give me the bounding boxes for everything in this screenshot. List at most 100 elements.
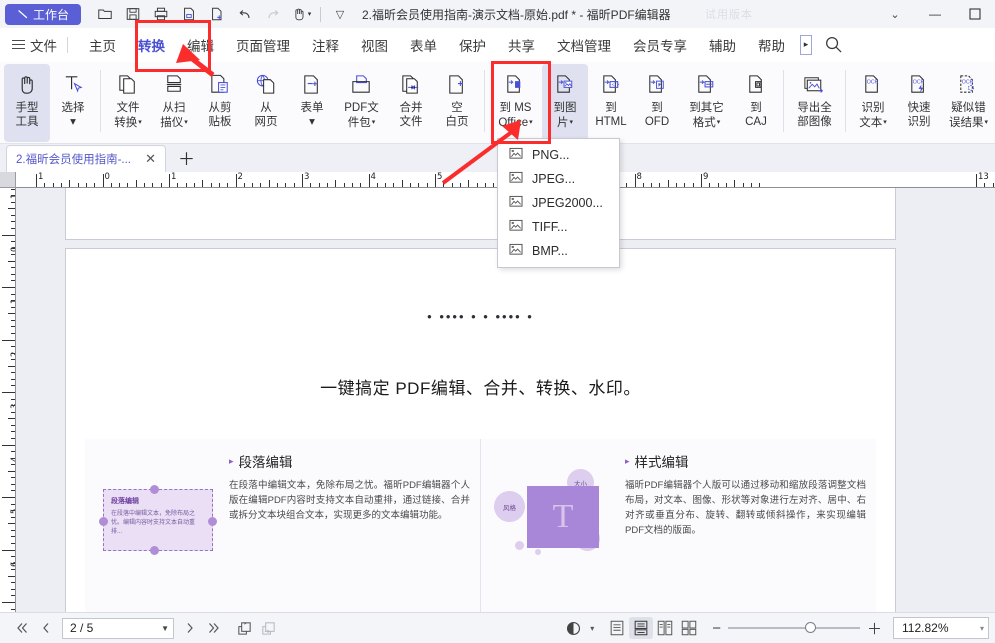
menu-tab-document-management[interactable]: 文档管理 <box>546 31 622 59</box>
hand-tool-icon[interactable]: ▾ <box>287 2 315 26</box>
page-number-input[interactable]: 2 / 5 ▼ <box>62 618 174 639</box>
file-menu-button[interactable]: 文件 <box>12 35 57 55</box>
ruler-v-tick <box>11 333 15 334</box>
menu-tab-view[interactable]: 视图 <box>350 31 399 59</box>
undo-icon[interactable] <box>231 2 259 26</box>
menu-tab-comment[interactable]: 注释 <box>301 31 350 59</box>
ribbon-from-scanner[interactable]: 从扫 描仪▾ <box>151 64 197 142</box>
fit-page-icon[interactable] <box>256 617 280 639</box>
menu-tab-help[interactable]: 帮助 <box>747 31 796 59</box>
label-line-2: ▾ <box>62 116 85 130</box>
ribbon-to-ofd[interactable]: 到 OFD <box>634 64 680 142</box>
menu-tab-share[interactable]: 共享 <box>497 31 546 59</box>
ribbon-to-caj[interactable]: 到 CAJ <box>733 64 779 142</box>
chevron-down-icon[interactable]: ▾ <box>980 624 984 633</box>
zoom-track[interactable] <box>728 627 860 629</box>
ruler-v-tick <box>11 563 15 564</box>
rotate-view-icon[interactable] <box>232 617 256 639</box>
menu-item-tiff[interactable]: TIFF... <box>498 215 619 239</box>
prev-page-icon[interactable] <box>34 617 58 639</box>
ribbon-from-webpage[interactable]: 从 网页 <box>243 64 289 142</box>
ribbon-from-clipboard[interactable]: 从剪 贴板 <box>197 64 243 142</box>
new-page-icon[interactable] <box>203 2 231 26</box>
ruler-h-tick <box>743 183 744 187</box>
menu-item-jpeg[interactable]: JPEG... <box>498 167 619 191</box>
pdf-page[interactable]: • •••• • • •••• • 一键搞定 PDF编辑、合并、转换、水印。 段… <box>65 248 896 612</box>
select-tool-icon <box>61 68 86 100</box>
menu-tab-home[interactable]: 主页 <box>78 31 127 59</box>
status-bar: 2 / 5 ▼ ▾ <box>0 612 995 643</box>
handle-bottom <box>150 546 159 555</box>
zoom-level-input[interactable]: 112.82% ▾ <box>893 617 989 639</box>
handle-top <box>150 485 159 494</box>
menu-tab-accessibility[interactable]: 辅助 <box>698 31 747 59</box>
ribbon-to-image[interactable]: 到图 片▾ <box>542 64 588 142</box>
ribbon-separator <box>100 70 101 132</box>
ribbon-to-html[interactable]: </> 到 HTML <box>588 64 634 142</box>
maximize-button[interactable] <box>955 0 995 28</box>
workspace-button[interactable]: 工作台 <box>5 4 81 25</box>
copy-page-icon[interactable] <box>175 2 203 26</box>
search-icon[interactable] <box>824 35 843 54</box>
zoom-in-button[interactable]: ＋ <box>860 618 889 639</box>
next-page-icon[interactable] <box>178 617 202 639</box>
ribbon-ocr-recognize-text[interactable]: OCR 识别 文本▾ <box>850 64 896 142</box>
chevron-down-icon: ▾ <box>984 119 988 126</box>
two-page-scroll-icon[interactable] <box>677 617 701 639</box>
ribbon-form[interactable]: 表单 ▾ <box>289 64 335 142</box>
first-page-icon[interactable] <box>10 617 34 639</box>
ribbon-export-all-images[interactable]: 导出全 部图像 <box>788 64 841 142</box>
reading-mode-icon[interactable] <box>561 617 585 639</box>
save-icon[interactable] <box>119 2 147 26</box>
label-line-2: Office▾ <box>498 116 532 130</box>
ribbon-ocr-suspect-results[interactable]: OCR 疑似错 误结果▾ <box>942 64 995 142</box>
menu-tab-convert[interactable]: 转换 <box>127 31 176 59</box>
to-image-dropdown-menu[interactable]: PNG... JPEG... JPEG2000... TIFF... BMP..… <box>497 138 620 268</box>
vertical-ruler[interactable]: 101234567 <box>0 188 16 612</box>
continuous-scroll-icon[interactable] <box>629 617 653 639</box>
open-file-icon[interactable] <box>91 2 119 26</box>
ribbon-blank-page[interactable]: 空 白页 <box>434 64 480 142</box>
ribbon-merge-files[interactable]: 合并 文件 <box>388 64 434 142</box>
last-page-icon[interactable] <box>202 617 226 639</box>
chevron-down-icon: ▾ <box>883 119 887 126</box>
close-icon[interactable]: ✕ <box>142 151 159 167</box>
ribbon-pdf-package[interactable]: PDF文 件包▾ <box>335 64 388 142</box>
menu-item-label: PNG... <box>532 148 570 162</box>
label-line-1: 到其它 <box>689 102 724 116</box>
menu-item-bmp[interactable]: BMP... <box>498 239 619 263</box>
menu-overflow-button[interactable]: ▸ <box>800 35 812 55</box>
chevron-down-icon[interactable]: ▼ <box>161 624 169 633</box>
menu-item-jpeg2000[interactable]: JPEG2000... <box>498 191 619 215</box>
ribbon-to-other-format[interactable]: 到其它 格式▾ <box>680 64 733 142</box>
ribbon-ocr-quick-recognize[interactable]: OCR 快速 识别 <box>896 64 942 142</box>
ribbon-from-file[interactable]: 文件 转换▾ <box>105 64 151 142</box>
minimize-button[interactable]: — <box>915 0 955 28</box>
new-tab-button[interactable]: ＋ <box>178 151 195 168</box>
print-icon[interactable] <box>147 2 175 26</box>
menu-tab-page-management[interactable]: 页面管理 <box>225 31 301 59</box>
menu-tab-form[interactable]: 表单 <box>399 31 448 59</box>
title-dropdown-icon[interactable]: ⌄ <box>875 0 915 28</box>
customize-quick-access-icon[interactable]: ▽ <box>326 2 354 26</box>
menu-tab-edit[interactable]: 编辑 <box>176 31 225 59</box>
ruler-v-tick <box>11 359 15 360</box>
two-page-view-icon[interactable] <box>653 617 677 639</box>
reading-mode-caret-icon[interactable]: ▾ <box>585 617 599 639</box>
zoom-out-button[interactable]: − <box>705 620 728 637</box>
card-title: ▸ 样式编辑 <box>625 451 866 471</box>
label-text: 格式 <box>693 116 716 128</box>
zoom-slider[interactable]: − ＋ <box>705 618 889 639</box>
ruler-v-tick <box>11 385 15 386</box>
ribbon-select-tool[interactable]: 选择 ▾ <box>50 64 96 142</box>
single-page-view-icon[interactable] <box>605 617 629 639</box>
zoom-knob[interactable] <box>805 622 816 633</box>
ribbon-to-ms-office[interactable]: 到 MS Office▾ <box>489 64 542 142</box>
redo-icon[interactable] <box>259 2 287 26</box>
menu-item-png[interactable]: PNG... <box>498 143 619 167</box>
menu-tab-protect[interactable]: 保护 <box>448 31 497 59</box>
document-tab[interactable]: 2.福昕会员使用指南-... ✕ <box>6 145 166 172</box>
ribbon-hand-tool[interactable]: 手型 工具 <box>4 64 50 142</box>
card-body: 福昕PDF编辑器个人版可以通过移动和缩放段落调整文档布局，对文本、图像、形状等对… <box>625 478 866 538</box>
menu-tab-member-exclusive[interactable]: 会员专享 <box>622 31 698 59</box>
